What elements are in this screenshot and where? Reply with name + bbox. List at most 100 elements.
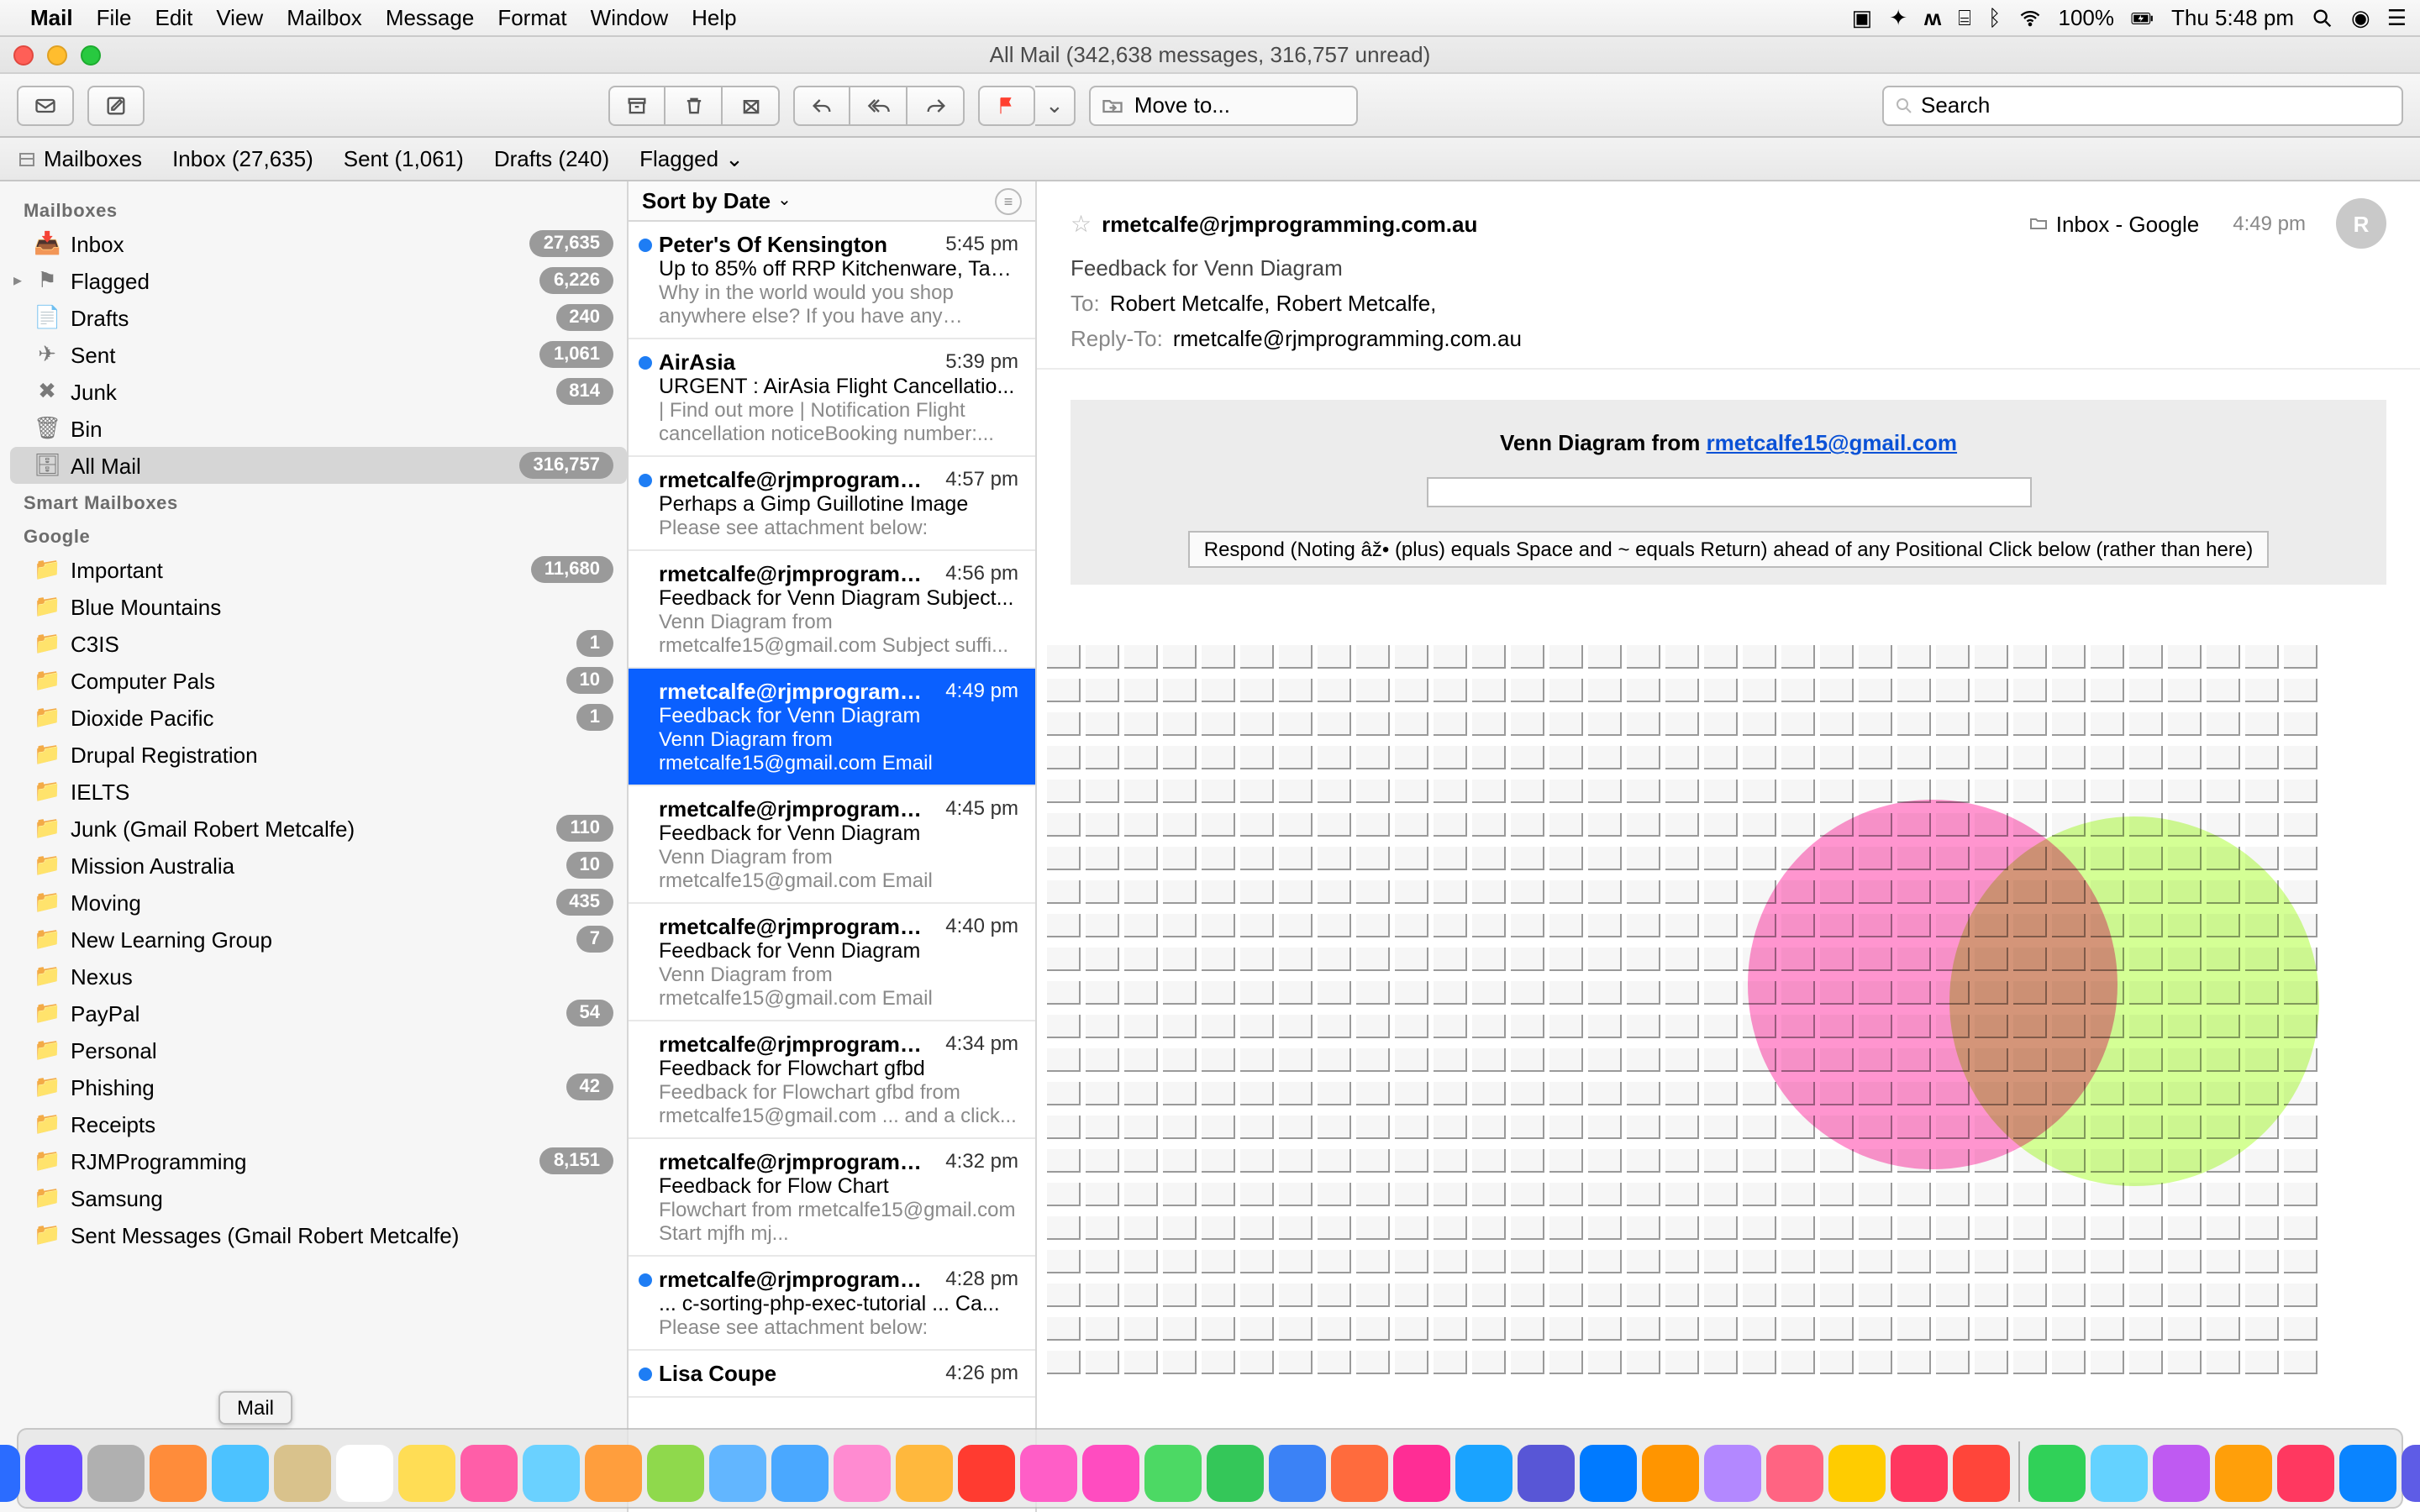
respond-button[interactable]: Respond (Noting âž• (plus) equals Space …	[1189, 531, 2268, 568]
menu-message[interactable]: Message	[386, 5, 475, 30]
message-row[interactable]: Lisa Coupe4:26 pm	[629, 1351, 1035, 1398]
menu-edit[interactable]: Edit	[155, 5, 193, 30]
facetime-icon[interactable]: ▣	[1852, 4, 1873, 31]
sidebar-item-receipts[interactable]: 📁Receipts	[10, 1105, 627, 1142]
archive-button[interactable]	[608, 85, 666, 125]
message-row[interactable]: rmetcalfe@rjmprogrammi...4:28 pm... c-so…	[629, 1257, 1035, 1351]
reply-all-button[interactable]	[850, 85, 908, 125]
menu-view[interactable]: View	[216, 5, 263, 30]
menu-extra-icon[interactable]: ✦	[1889, 4, 1907, 31]
dock-app-icon[interactable]	[1019, 1445, 1076, 1502]
dock-app-icon[interactable]	[895, 1445, 952, 1502]
sidebar-item-personal[interactable]: 📁Personal	[10, 1032, 627, 1068]
forward-button[interactable]	[908, 85, 965, 125]
get-mail-button[interactable]	[17, 85, 74, 125]
dock-app-icon[interactable]	[1952, 1445, 2009, 1502]
dock-app-icon[interactable]	[1330, 1445, 1387, 1502]
sidebar-item-paypal[interactable]: 📁PayPal54	[10, 995, 627, 1032]
sidebar-item-ielts[interactable]: 📁IELTS	[10, 773, 627, 810]
dock-app-icon[interactable]	[2028, 1445, 2085, 1502]
delete-button[interactable]	[666, 85, 723, 125]
dock-app-icon[interactable]	[957, 1445, 1014, 1502]
spotlight-icon[interactable]	[2311, 4, 2334, 30]
battery-icon[interactable]	[2131, 4, 2154, 30]
fav-drafts[interactable]: Drafts (240)	[494, 146, 609, 171]
dock-app-icon[interactable]	[1455, 1445, 1512, 1502]
sidebar-item-all-mail[interactable]: 🗄All Mail316,757	[10, 447, 627, 484]
reply-button[interactable]	[793, 85, 850, 125]
menu-window[interactable]: Window	[591, 5, 669, 30]
bluetooth-icon[interactable]: ᛒ	[1988, 5, 2002, 30]
dock-app-icon[interactable]	[2214, 1445, 2271, 1502]
sidebar-item-sent-messages-gmail-robert-metcalfe-[interactable]: 📁Sent Messages (Gmail Robert Metcalfe)	[10, 1216, 627, 1253]
sidebar-item-junk-gmail-robert-metcalfe-[interactable]: 📁Junk (Gmail Robert Metcalfe)110	[10, 810, 627, 847]
dock-app-icon[interactable]	[1268, 1445, 1325, 1502]
sidebar-item-rjmprogramming[interactable]: 📁RJMProgramming8,151	[10, 1142, 627, 1179]
body-heading-link[interactable]: rmetcalfe15@gmail.com	[1707, 430, 1958, 455]
menu-extra-m-icon[interactable]: ʍ	[1924, 5, 1941, 30]
reader-location[interactable]: Inbox - Google	[2029, 211, 2200, 236]
junk-button[interactable]	[723, 85, 780, 125]
menu-file[interactable]: File	[97, 5, 132, 30]
sidebar-item-nexus[interactable]: 📁Nexus	[10, 958, 627, 995]
sidebar-item-blue-mountains[interactable]: 📁Blue Mountains	[10, 588, 627, 625]
sidebar-item-important[interactable]: 📁Important11,680	[10, 551, 627, 588]
dock-app-icon[interactable]	[584, 1445, 641, 1502]
sidebar-item-sent[interactable]: ✈Sent1,061	[10, 336, 627, 373]
sidebar-item-phishing[interactable]: 📁Phishing42	[10, 1068, 627, 1105]
sidebar-item-moving[interactable]: 📁Moving435	[10, 884, 627, 921]
flag-menu-button[interactable]: ⌄	[1035, 85, 1076, 125]
sidebar-item-drupal-registration[interactable]: 📁Drupal Registration	[10, 736, 627, 773]
venn-grid[interactable]	[1037, 638, 2420, 1378]
notification-center-icon[interactable]: ☰	[2387, 4, 2407, 31]
sidebar-item-junk[interactable]: ✖Junk814	[10, 373, 627, 410]
search-field[interactable]: Search	[1882, 85, 2403, 125]
message-row[interactable]: rmetcalfe@rjmprogrammi...4:49 pmFeedback…	[629, 669, 1035, 786]
dock-app-icon[interactable]	[24, 1445, 82, 1502]
dock-app-icon[interactable]	[2276, 1445, 2333, 1502]
menu-mailbox[interactable]: Mailbox	[287, 5, 362, 30]
dock-app-icon[interactable]	[397, 1445, 455, 1502]
clock[interactable]: Thu 5:48 pm	[2171, 5, 2294, 30]
dock-app-icon[interactable]	[273, 1445, 330, 1502]
message-row[interactable]: rmetcalfe@rjmprogrammi...4:56 pmFeedback…	[629, 551, 1035, 669]
message-row[interactable]: rmetcalfe@rjmprogrammi...4:40 pmFeedback…	[629, 904, 1035, 1021]
dock-app-icon[interactable]	[1641, 1445, 1698, 1502]
sidebar-item-dioxide-pacific[interactable]: 📁Dioxide Pacific1	[10, 699, 627, 736]
message-row[interactable]: rmetcalfe@rjmprogrammi...4:32 pmFeedback…	[629, 1139, 1035, 1257]
filter-button[interactable]: ≡	[995, 187, 1022, 214]
dock-app-icon[interactable]	[1081, 1445, 1139, 1502]
dock-app-icon[interactable]	[2401, 1445, 2420, 1502]
battery-percent[interactable]: 100%	[2059, 5, 2115, 30]
message-row[interactable]: Peter's Of Kensington5:45 pmUp to 85% of…	[629, 222, 1035, 339]
sidebar-item-bin[interactable]: 🗑Bin	[10, 410, 627, 447]
dock-app-icon[interactable]	[1765, 1445, 1823, 1502]
fav-mailboxes[interactable]: Mailboxes	[17, 146, 142, 171]
dock-app-icon[interactable]	[522, 1445, 579, 1502]
app-menu[interactable]: Mail	[30, 5, 73, 30]
fav-sent[interactable]: Sent (1,061)	[344, 146, 464, 171]
dock-app-icon[interactable]	[0, 1445, 19, 1502]
dock-app-icon[interactable]	[708, 1445, 765, 1502]
dock-app-icon[interactable]	[833, 1445, 890, 1502]
move-to-field[interactable]: Move to...	[1089, 85, 1358, 125]
body-input[interactable]	[1426, 477, 2031, 507]
dock-app-icon[interactable]	[1890, 1445, 1947, 1502]
sort-header[interactable]: Sort by Date⌄ ≡	[629, 181, 1035, 222]
message-row[interactable]: AirAsia5:39 pmURGENT : AirAsia Flight Ca…	[629, 339, 1035, 457]
dock-app-icon[interactable]	[335, 1445, 392, 1502]
dock-app-icon[interactable]	[460, 1445, 517, 1502]
siri-icon[interactable]: ◉	[2351, 4, 2370, 31]
dock-app-icon[interactable]	[1703, 1445, 1760, 1502]
dock-app-icon[interactable]	[1144, 1445, 1201, 1502]
flag-button[interactable]	[978, 85, 1035, 125]
window-zoom-button[interactable]	[81, 45, 101, 66]
sidebar-item-new-learning-group[interactable]: 📁New Learning Group7	[10, 921, 627, 958]
sidebar-item-c3is[interactable]: 📁C3IS1	[10, 625, 627, 662]
sidebar-item-flagged[interactable]: ▸⚑Flagged6,226	[10, 262, 627, 299]
window-close-button[interactable]	[13, 45, 34, 66]
sidebar-item-drafts[interactable]: 📄Drafts240	[10, 299, 627, 336]
compose-button[interactable]	[87, 85, 145, 125]
sidebar-item-mission-australia[interactable]: 📁Mission Australia10	[10, 847, 627, 884]
message-row[interactable]: rmetcalfe@rjmprogrammi...4:57 pmPerhaps …	[629, 457, 1035, 551]
